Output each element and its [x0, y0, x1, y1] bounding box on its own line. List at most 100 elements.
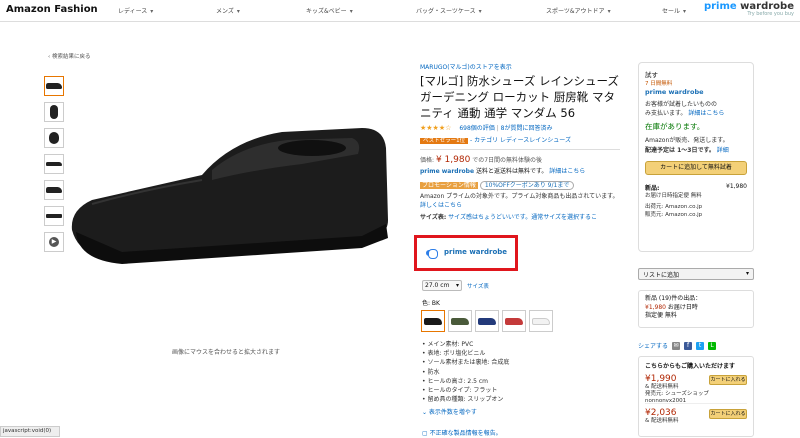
thumbnail-1[interactable]: [44, 76, 64, 96]
pw-details-link[interactable]: 詳細はこちら: [549, 168, 585, 175]
back-to-results-link[interactable]: ‹ 検索結果に戻る: [48, 52, 90, 60]
ratings-count-link[interactable]: 698個の評価: [459, 125, 494, 132]
size-note-row: サイズ表: サイズ感はちょうどいいです。通常サイズを選択するこ: [420, 213, 620, 223]
divider: [420, 149, 620, 150]
price-label: 価格:: [420, 157, 435, 164]
thumbnail-6[interactable]: [44, 206, 64, 226]
others-line1: 新品 (19)件の出品：: [645, 295, 702, 302]
top-header: Amazon Fashion レディース メンズ キッズ&ベビー バッグ・スーツ…: [0, 0, 800, 22]
show-more-link[interactable]: ⌄ 表示件数を増やす: [422, 407, 477, 416]
price-note: での7日間の無料体験の後: [472, 157, 543, 164]
facebook-icon[interactable]: f: [684, 341, 693, 350]
report-link[interactable]: ▢ 不正確な製品情報を報告。: [422, 428, 502, 437]
offer-row: ¥1,990 & 配送料無料 発売元: シューズショップ nonnonvx200…: [645, 374, 747, 404]
offer-add-to-cart-button[interactable]: カートに入れる: [709, 409, 747, 419]
bullet-item: 留め具の種類: スリップオン: [422, 395, 509, 404]
bb-free-days: 7 日間無料: [645, 81, 673, 87]
offers-header: こちらからもご購入いただけます: [645, 363, 736, 370]
rating-row: ★★★★☆ 698個の評価 | 8が質問に回答済み: [420, 124, 553, 132]
bullet-item: 防水: [422, 368, 509, 377]
thumbnail-video[interactable]: ▶: [44, 232, 64, 252]
pw-inline-label: prime wardrobe: [420, 168, 475, 175]
offer-seller: 発売元: シューズショップ: [645, 391, 709, 397]
nav-bags[interactable]: バッグ・スーツケース: [416, 6, 482, 15]
promo-label: プロモーション情報: [420, 182, 478, 189]
store-link[interactable]: MARUGO(マルゴ)のストアを表示: [420, 62, 620, 71]
bb-desc-line2: み支払います。: [645, 110, 687, 117]
other-sellers-box[interactable]: 新品 (19)件の出品： ¥1,980 お届け日時 指定便 無料: [638, 290, 754, 328]
product-info: MARUGO(マルゴ)のストアを表示 [マルゴ] 防水シューズ レインシューズ …: [420, 62, 620, 223]
new-price-row: 新品: ¥1,980: [645, 183, 747, 192]
add-to-list-button[interactable]: リストに追加: [638, 268, 754, 280]
bb-detail-link[interactable]: 詳細はこちら: [688, 110, 724, 117]
ship-free: お届け日時指定便 無料: [645, 193, 702, 199]
swatch-white[interactable]: [529, 310, 553, 332]
qa-link[interactable]: 8が質問に回答済み: [501, 125, 553, 132]
share-row: シェアする ✉ f t L: [638, 341, 717, 350]
thumbnail-5[interactable]: [44, 180, 64, 200]
zoom-hint: 画像にマウスを合わせると拡大されます: [172, 349, 281, 356]
other-offers-box: こちらからもご購入いただけます ¥1,990 & 配送料無料 発売元: シューズ…: [638, 356, 754, 437]
prime-wardrobe-logo[interactable]: prime wardrobe Try before you buy: [704, 1, 794, 17]
prime-ineligible-text: Amazon プライムの対象外です。プライム対象商品も出品されています。 詳しく…: [420, 192, 620, 210]
line-icon[interactable]: L: [708, 341, 717, 350]
bb-ship-link[interactable]: 詳細: [717, 147, 729, 154]
prime-ineligible-body: Amazon プライムの対象外です。プライム対象商品も出品されています。: [420, 193, 619, 200]
nav-women[interactable]: レディース: [118, 6, 153, 15]
feature-bullets: メイン素材: PVC 表地: ポリ塩化ビニル ソール素材または裏地: 合成底 防…: [422, 340, 509, 404]
nav-sports[interactable]: スポーツ&アウトドア: [546, 6, 611, 15]
offer-row: ¥2,036 & 配送料無料 カートに入れる: [645, 408, 747, 438]
bullet-item: ヒールの高さ: 2.5 cm: [422, 377, 509, 386]
swatch-khaki[interactable]: [448, 310, 472, 332]
bb-desc-line1: お客様が試着したいものの: [645, 101, 718, 108]
swatch-black[interactable]: [421, 310, 445, 332]
swatch-navy[interactable]: [475, 310, 499, 332]
star-rating-icon[interactable]: ★★★★☆: [420, 124, 451, 132]
coupon-link[interactable]: 10%OFFクーポンあり 9/1まで: [479, 181, 575, 190]
thumbnail-3[interactable]: [44, 128, 64, 148]
size-select[interactable]: 27.0 cm ▾: [422, 280, 462, 291]
size-select-value: 27.0 cm: [425, 282, 450, 289]
bullet-item: 表地: ポリ塩化ビニル: [422, 349, 509, 358]
size-note[interactable]: サイズ感はちょうどいいです。通常サイズを選択するこ: [448, 214, 597, 221]
others-line2: ¥1,980 お届け日時: [645, 304, 747, 313]
offer-add-to-cart-button[interactable]: カートに入れる: [709, 375, 747, 385]
color-swatches: [421, 310, 553, 332]
email-icon[interactable]: ✉: [672, 341, 681, 350]
pw-inline-note: 送料と返送料は無料です。: [475, 168, 548, 175]
others-line2-text: お届け日時: [667, 303, 698, 311]
bullet-item: メイン素材: PVC: [422, 340, 509, 349]
bb-seller: Amazonが販売、発送します。: [645, 137, 729, 144]
in-stock-text: 在庫があります。: [645, 122, 705, 131]
nav-men[interactable]: メンズ: [216, 6, 240, 15]
ship-from: 出荷元: Amazon.co.jp: [645, 204, 703, 210]
shoe-icon: [532, 317, 550, 325]
chevron-down-icon: ▾: [455, 282, 459, 289]
prime-learn-more-link[interactable]: 詳しくはこちら: [420, 202, 462, 209]
offer-ship: & 配送料無料: [645, 384, 679, 390]
bestseller-badge: ベストセラー1位: [420, 138, 469, 144]
size-chart-label: サイズ表:: [420, 214, 447, 221]
prime-wardrobe-toggle[interactable]: [426, 249, 438, 259]
thumbnail-4[interactable]: [44, 154, 64, 174]
twitter-icon[interactable]: t: [696, 341, 705, 350]
share-label[interactable]: シェアする: [638, 341, 668, 350]
new-price: ¥1,980: [726, 183, 747, 190]
product-main-image[interactable]: [62, 120, 402, 270]
price-value: ¥ 1,980: [435, 155, 471, 165]
amazon-fashion-logo[interactable]: Amazon Fashion: [6, 4, 98, 15]
color-label: 色: BK: [422, 300, 440, 307]
thumbnail-2[interactable]: [44, 102, 64, 122]
buy-box: 試す 7 日間無料 prime wardrobe お客様が試着したいものの み支払…: [638, 62, 754, 252]
size-guide-link[interactable]: サイズ表: [467, 282, 489, 290]
shoe-icon: [451, 317, 469, 325]
bullet-item: ソール素材または裏地: 合成底: [422, 358, 509, 367]
bullet-item: ヒールのタイプ: フラット: [422, 386, 509, 395]
add-to-cart-try-button[interactable]: カートに追加して無料試着: [645, 161, 747, 175]
nav-sale[interactable]: セール: [662, 6, 686, 15]
swatch-red[interactable]: [502, 310, 526, 332]
product-title: [マルゴ] 防水シューズ レインシューズ ガーデニング ローカット 厨房靴 マタ…: [420, 74, 619, 120]
bestseller-category-link[interactable]: - カテゴリ レディースレインシューズ: [470, 137, 571, 144]
new-label: 新品:: [645, 185, 660, 192]
nav-kids[interactable]: キッズ&ベビー: [306, 6, 353, 15]
